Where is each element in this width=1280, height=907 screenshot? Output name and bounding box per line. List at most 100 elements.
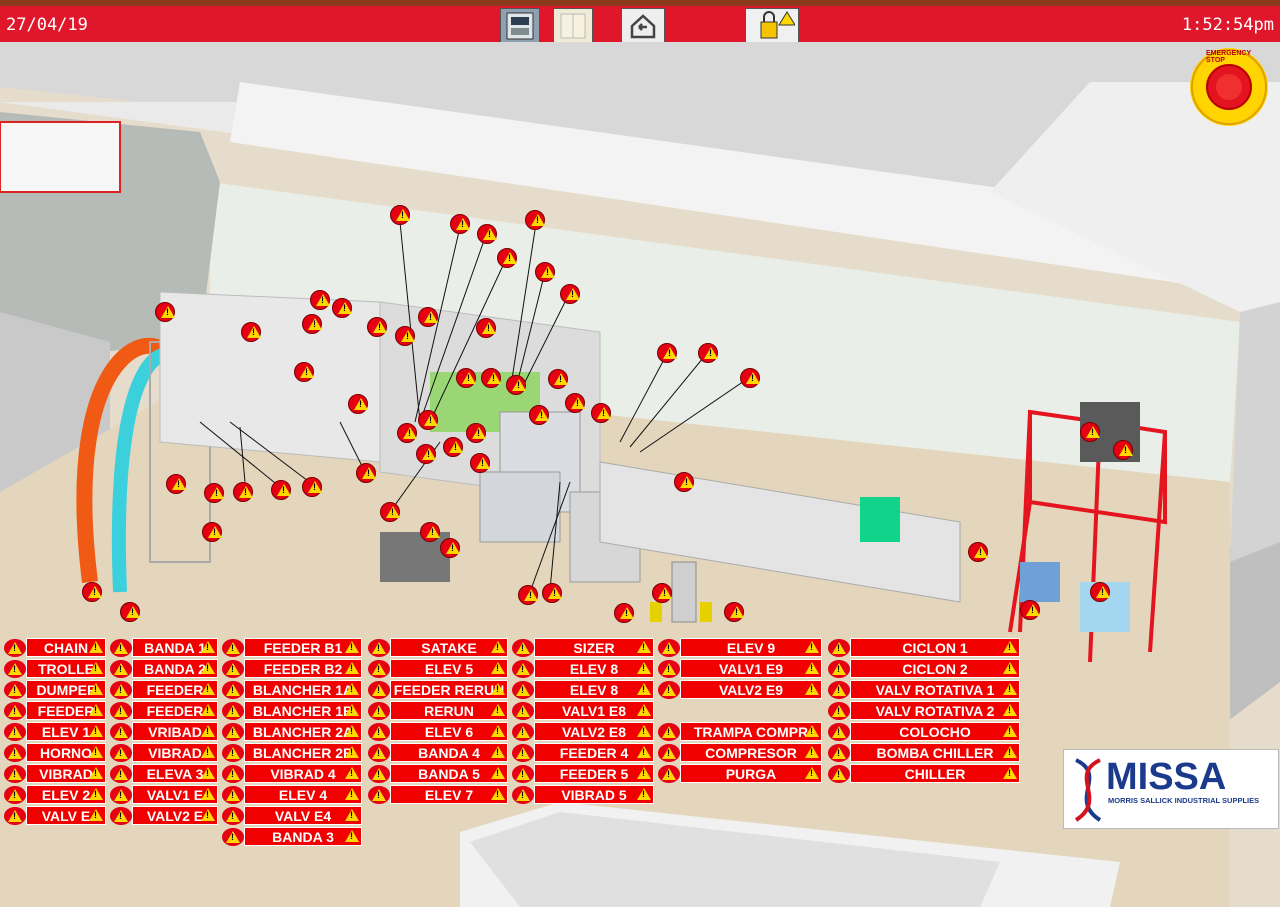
- equipment-button[interactable]: ELEV 2: [4, 785, 106, 804]
- alarm-marker[interactable]: [456, 368, 476, 388]
- alarm-marker[interactable]: [1090, 582, 1110, 602]
- equipment-button[interactable]: BLANCHER 1A: [222, 680, 362, 699]
- alarm-marker[interactable]: [166, 474, 186, 494]
- alarm-marker[interactable]: [529, 405, 549, 425]
- equipment-button[interactable]: RERUN: [368, 701, 508, 720]
- panel-icon-button[interactable]: [553, 8, 593, 44]
- equipment-button[interactable]: COLOCHO: [828, 722, 1020, 741]
- equipment-button[interactable]: FEEDER: [4, 701, 106, 720]
- equipment-button[interactable]: DUMPEF: [4, 680, 106, 699]
- equipment-button[interactable]: VALV ROTATIVA 1: [828, 680, 1020, 699]
- equipment-button[interactable]: TROLLE: [4, 659, 106, 678]
- equipment-button[interactable]: ELEV 8: [512, 680, 654, 699]
- equipment-button[interactable]: VALV1 E: [110, 785, 218, 804]
- alarm-marker[interactable]: [302, 314, 322, 334]
- equipment-button[interactable]: SIZER: [512, 638, 654, 657]
- equipment-button[interactable]: BANDA 1: [110, 638, 218, 657]
- alarm-marker[interactable]: [202, 522, 222, 542]
- equipment-button[interactable]: BANDA 2: [110, 659, 218, 678]
- equipment-button[interactable]: BLANCHER 2A: [222, 722, 362, 741]
- alarm-marker[interactable]: [443, 437, 463, 457]
- equipment-button[interactable]: VIBRAD: [4, 764, 106, 783]
- equipment-button[interactable]: FEEDER: [110, 680, 218, 699]
- alarm-marker[interactable]: [294, 362, 314, 382]
- equipment-button[interactable]: BOMBA CHILLER: [828, 743, 1020, 762]
- alarm-marker[interactable]: [591, 403, 611, 423]
- alarm-marker[interactable]: [614, 603, 634, 623]
- equipment-button[interactable]: VALV2 E8: [512, 722, 654, 741]
- equipment-button[interactable]: PURGA: [658, 764, 822, 783]
- alarm-marker[interactable]: [395, 326, 415, 346]
- equipment-button[interactable]: VALV E4: [222, 806, 362, 825]
- equipment-button[interactable]: FEEDER B2: [222, 659, 362, 678]
- equipment-button[interactable]: VALV ROTATIVA 2: [828, 701, 1020, 720]
- equipment-button[interactable]: VALV1 E9: [658, 659, 822, 678]
- alarm-marker[interactable]: [1080, 422, 1100, 442]
- alarm-marker[interactable]: [120, 602, 140, 622]
- alarm-marker[interactable]: [367, 317, 387, 337]
- home-button[interactable]: [621, 8, 665, 44]
- equipment-button[interactable]: VALV2 E: [110, 806, 218, 825]
- equipment-button[interactable]: CICLON 2: [828, 659, 1020, 678]
- alarm-marker[interactable]: [356, 463, 376, 483]
- equipment-button[interactable]: ELEV 8: [512, 659, 654, 678]
- alarm-marker[interactable]: [497, 248, 517, 268]
- alarm-lock-button[interactable]: [745, 8, 799, 44]
- alarm-marker[interactable]: [418, 307, 438, 327]
- equipment-button[interactable]: VIBRAD 5: [512, 785, 654, 804]
- alarm-marker[interactable]: [674, 472, 694, 492]
- alarm-marker[interactable]: [332, 298, 352, 318]
- alarm-marker[interactable]: [155, 302, 175, 322]
- equipment-button[interactable]: VALV1 E8: [512, 701, 654, 720]
- alarm-marker[interactable]: [476, 318, 496, 338]
- alarm-marker[interactable]: [310, 290, 330, 310]
- alarm-marker[interactable]: [397, 423, 417, 443]
- equipment-button[interactable]: FEEDER 4: [512, 743, 654, 762]
- equipment-button[interactable]: ELEV 5: [368, 659, 508, 678]
- alarm-marker[interactable]: [420, 522, 440, 542]
- emergency-stop-button[interactable]: EMERGENCY STOP: [1190, 48, 1268, 126]
- equipment-button[interactable]: VRIBAD: [110, 722, 218, 741]
- alarm-marker[interactable]: [506, 375, 526, 395]
- equipment-button[interactable]: VALV E: [4, 806, 106, 825]
- alarm-marker[interactable]: [968, 542, 988, 562]
- equipment-button[interactable]: FEEDER: [110, 701, 218, 720]
- alarm-marker[interactable]: [548, 369, 568, 389]
- alarm-marker[interactable]: [518, 585, 538, 605]
- equipment-button[interactable]: ELEV 9: [658, 638, 822, 657]
- alarm-marker[interactable]: [724, 602, 744, 622]
- alarm-marker[interactable]: [565, 393, 585, 413]
- alarm-marker[interactable]: [560, 284, 580, 304]
- alarm-marker[interactable]: [416, 444, 436, 464]
- alarm-marker[interactable]: [204, 483, 224, 503]
- equipment-button[interactable]: HORNO: [4, 743, 106, 762]
- alarm-marker[interactable]: [1020, 600, 1040, 620]
- equipment-button[interactable]: BLANCHER 2B: [222, 743, 362, 762]
- alarm-marker[interactable]: [233, 482, 253, 502]
- alarm-marker[interactable]: [470, 453, 490, 473]
- alarm-marker[interactable]: [271, 480, 291, 500]
- equipment-button[interactable]: FEEDER RERUN: [368, 680, 508, 699]
- alarm-marker[interactable]: [525, 210, 545, 230]
- alarm-marker[interactable]: [418, 410, 438, 430]
- equipment-button[interactable]: BANDA 4: [368, 743, 508, 762]
- equipment-button[interactable]: VIBRAD: [110, 743, 218, 762]
- equipment-button[interactable]: VIBRAD 4: [222, 764, 362, 783]
- alarm-marker[interactable]: [652, 583, 672, 603]
- meter-icon-button[interactable]: [500, 8, 540, 44]
- alarm-marker[interactable]: [542, 583, 562, 603]
- equipment-button[interactable]: BLANCHER 1B: [222, 701, 362, 720]
- alarm-marker[interactable]: [380, 502, 400, 522]
- alarm-marker[interactable]: [466, 423, 486, 443]
- equipment-button[interactable]: ELEV 7: [368, 785, 508, 804]
- equipment-button[interactable]: ELEV 6: [368, 722, 508, 741]
- equipment-button[interactable]: CHILLER: [828, 764, 1020, 783]
- equipment-button[interactable]: FEEDER B1: [222, 638, 362, 657]
- equipment-button[interactable]: CICLON 1: [828, 638, 1020, 657]
- equipment-button[interactable]: SATAKE: [368, 638, 508, 657]
- alarm-marker[interactable]: [82, 582, 102, 602]
- alarm-marker[interactable]: [698, 343, 718, 363]
- alarm-marker[interactable]: [1113, 440, 1133, 460]
- equipment-button[interactable]: ELEVA 3: [110, 764, 218, 783]
- alarm-marker[interactable]: [657, 343, 677, 363]
